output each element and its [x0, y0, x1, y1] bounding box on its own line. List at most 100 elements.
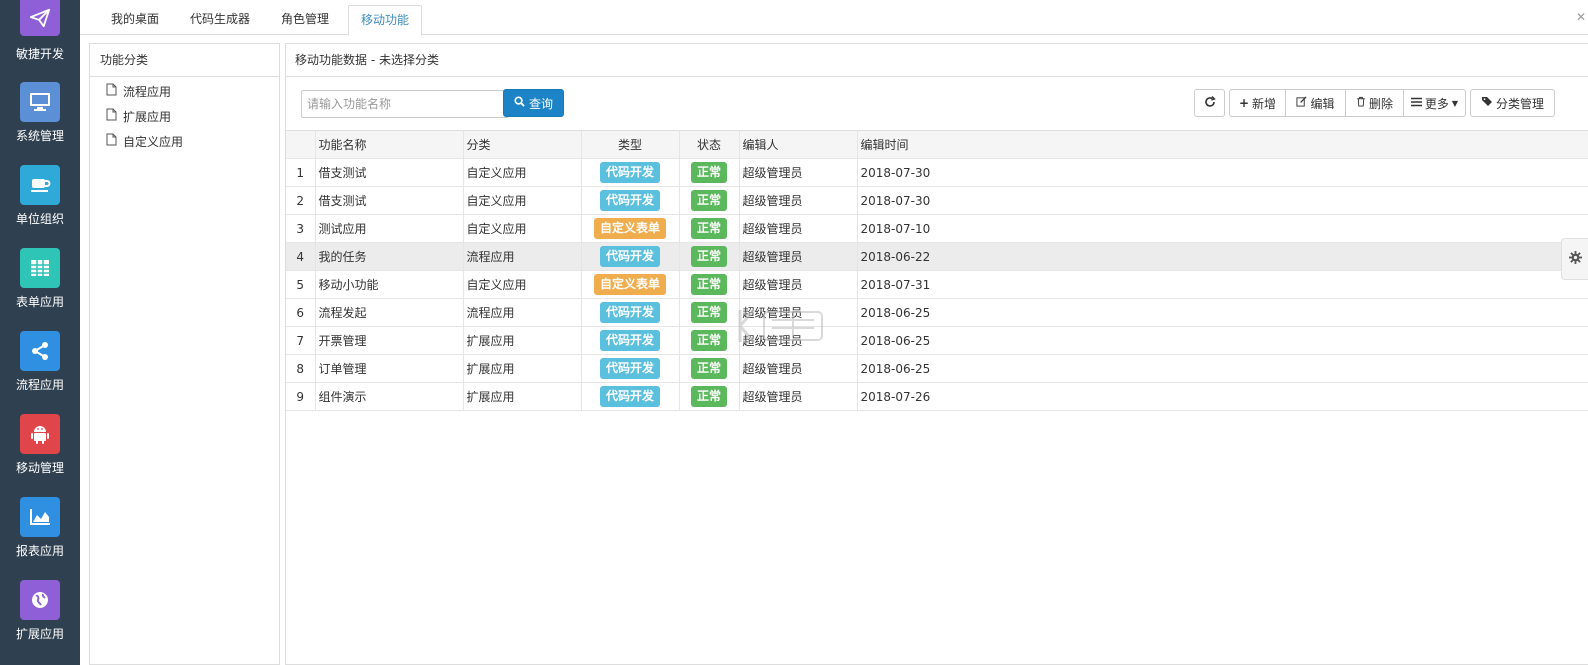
more-button-label: 更多	[1424, 96, 1449, 111]
row-number-header	[286, 130, 316, 159]
sidebar-item-extensions[interactable]: 扩展应用	[0, 580, 80, 642]
close-icon[interactable]: ✕	[1576, 10, 1586, 24]
table-row[interactable]: 9 组件演示 扩展应用 代码开发 正常 超级管理员 2018-07-26	[286, 382, 1588, 411]
category-item-workflow[interactable]: 流程应用	[90, 80, 279, 105]
column-header[interactable]: 编辑时间	[857, 130, 1588, 159]
cell-time: 2018-06-25	[857, 298, 1588, 327]
cell-status: 正常	[679, 298, 740, 327]
cell-type: 自定义表单	[581, 270, 680, 299]
cell-time: 2018-07-10	[857, 214, 1588, 243]
refresh-button[interactable]	[1194, 89, 1225, 117]
cell-editor: 超级管理员	[739, 214, 858, 243]
cell-category: 流程应用	[463, 298, 582, 327]
list-icon	[1410, 96, 1422, 110]
column-header[interactable]: 功能名称	[315, 130, 464, 159]
cell-category: 自定义应用	[463, 158, 582, 187]
add-button-label: 新增	[1252, 96, 1277, 111]
sidebar-item-label: 扩展应用	[15, 627, 64, 641]
delete-button[interactable]: 删除	[1346, 89, 1404, 117]
tab-code-generator[interactable]: 代码生成器	[178, 5, 262, 33]
refresh-group	[1194, 89, 1225, 117]
sidebar-item-label: 单位组织	[15, 212, 64, 226]
category-item-label: 流程应用	[123, 85, 172, 99]
android-icon	[20, 414, 60, 454]
cell-time: 2018-07-26	[857, 382, 1588, 411]
type-badge: 代码开发	[599, 330, 660, 351]
monitor-icon	[20, 82, 60, 122]
type-badge: 代码开发	[599, 358, 660, 379]
left-nav-sidebar: 敏捷开发 系统管理 单位组织 表单应用 流程应用 移动管理 报表应用 扩展应用	[0, 0, 80, 665]
cell-name: 开票管理	[315, 326, 464, 355]
more-dropdown-button[interactable]: 更多 ▼	[1404, 89, 1466, 117]
sidebar-item-workflow[interactable]: 流程应用	[0, 331, 80, 393]
table-row[interactable]: 6 流程发起 流程应用 代码开发 正常 超级管理员 2018-06-25	[286, 298, 1588, 327]
caret-down-icon: ▼	[1451, 98, 1459, 108]
category-item-custom[interactable]: 自定义应用	[90, 130, 279, 155]
cell-status: 正常	[679, 354, 740, 383]
sidebar-item-label: 敏捷开发	[15, 47, 64, 61]
cell-name: 我的任务	[315, 242, 464, 271]
tag-icon	[1481, 96, 1493, 110]
delete-button-label: 删除	[1368, 96, 1393, 111]
category-panel: 功能分类 流程应用 扩展应用 自定义应用	[89, 43, 280, 665]
cell-name: 借支测试	[315, 186, 464, 215]
edit-button[interactable]: 编辑	[1286, 89, 1346, 117]
edit-icon	[1296, 96, 1308, 110]
table-row[interactable]: 4 我的任务 流程应用 代码开发 正常 超级管理员 2018-06-22	[286, 242, 1588, 271]
tab-my-desktop[interactable]: 我的桌面	[99, 5, 171, 33]
table-row[interactable]: 7 开票管理 扩展应用 代码开发 正常 超级管理员 2018-06-25	[286, 326, 1588, 355]
status-badge: 正常	[690, 386, 727, 407]
sidebar-item-label: 系统管理	[15, 129, 64, 143]
query-button-label: 查询	[528, 96, 553, 111]
sidebar-item-mobile[interactable]: 移动管理	[0, 414, 80, 476]
type-badge: 代码开发	[599, 386, 660, 407]
category-manage-label: 分类管理	[1495, 96, 1544, 111]
category-manage-button[interactable]: 分类管理	[1470, 89, 1555, 117]
sidebar-item-system[interactable]: 系统管理	[0, 82, 80, 144]
cell-status: 正常	[679, 158, 740, 187]
table-row[interactable]: 1 借支测试 自定义应用 代码开发 正常 超级管理员 2018-07-30	[286, 158, 1588, 187]
column-header[interactable]: 状态	[679, 130, 740, 159]
cell-type: 代码开发	[581, 242, 680, 271]
status-badge: 正常	[690, 274, 727, 295]
cell-category: 扩展应用	[463, 326, 582, 355]
category-panel-title: 功能分类	[90, 44, 279, 77]
cell-type: 代码开发	[581, 158, 680, 187]
cell-time: 2018-06-25	[857, 354, 1588, 383]
sidebar-item-org[interactable]: 单位组织	[0, 165, 80, 227]
column-header[interactable]: 编辑人	[739, 130, 858, 159]
cell-type: 自定义表单	[581, 214, 680, 243]
add-button[interactable]: + 新增	[1229, 89, 1286, 117]
cell-editor: 超级管理员	[739, 158, 858, 187]
cell-status: 正常	[679, 382, 740, 411]
row-number: 6	[286, 298, 316, 327]
column-header[interactable]: 分类	[463, 130, 582, 159]
cell-category: 扩展应用	[463, 382, 582, 411]
query-button[interactable]: 查询	[503, 89, 564, 117]
search-input[interactable]	[301, 90, 509, 118]
cell-type: 代码开发	[581, 354, 680, 383]
tab-role-management[interactable]: 角色管理	[269, 5, 341, 33]
table-row[interactable]: 3 测试应用 自定义应用 自定义表单 正常 超级管理员 2018-07-10	[286, 214, 1588, 243]
table-row[interactable]: 2 借支测试 自定义应用 代码开发 正常 超级管理员 2018-07-30	[286, 186, 1588, 215]
category-item-extension[interactable]: 扩展应用	[90, 105, 279, 130]
cell-editor: 超级管理员	[739, 382, 858, 411]
type-badge: 代码开发	[599, 302, 660, 323]
coffee-cup-icon	[20, 165, 60, 205]
settings-toggle[interactable]	[1561, 238, 1588, 280]
paper-plane-icon	[20, 0, 60, 36]
column-header[interactable]: 类型	[581, 130, 680, 159]
cell-name: 组件演示	[315, 382, 464, 411]
tab-mobile-functions[interactable]: 移动功能	[348, 5, 423, 36]
cell-name: 测试应用	[315, 214, 464, 243]
table-row[interactable]: 5 移动小功能 自定义应用 自定义表单 正常 超级管理员 2018-07-31	[286, 270, 1588, 299]
table-row[interactable]: 8 订单管理 扩展应用 代码开发 正常 超级管理员 2018-06-25	[286, 354, 1588, 383]
sidebar-item-agile-dev[interactable]: 敏捷开发	[0, 0, 80, 62]
row-number: 5	[286, 270, 316, 299]
row-number: 1	[286, 158, 316, 187]
type-badge: 代码开发	[599, 190, 660, 211]
sidebar-item-form-apps[interactable]: 表单应用	[0, 248, 80, 310]
cell-status: 正常	[679, 326, 740, 355]
sidebar-item-reports[interactable]: 报表应用	[0, 497, 80, 559]
page-tabs: 我的桌面 代码生成器 角色管理 移动功能 ✕	[80, 0, 1588, 36]
